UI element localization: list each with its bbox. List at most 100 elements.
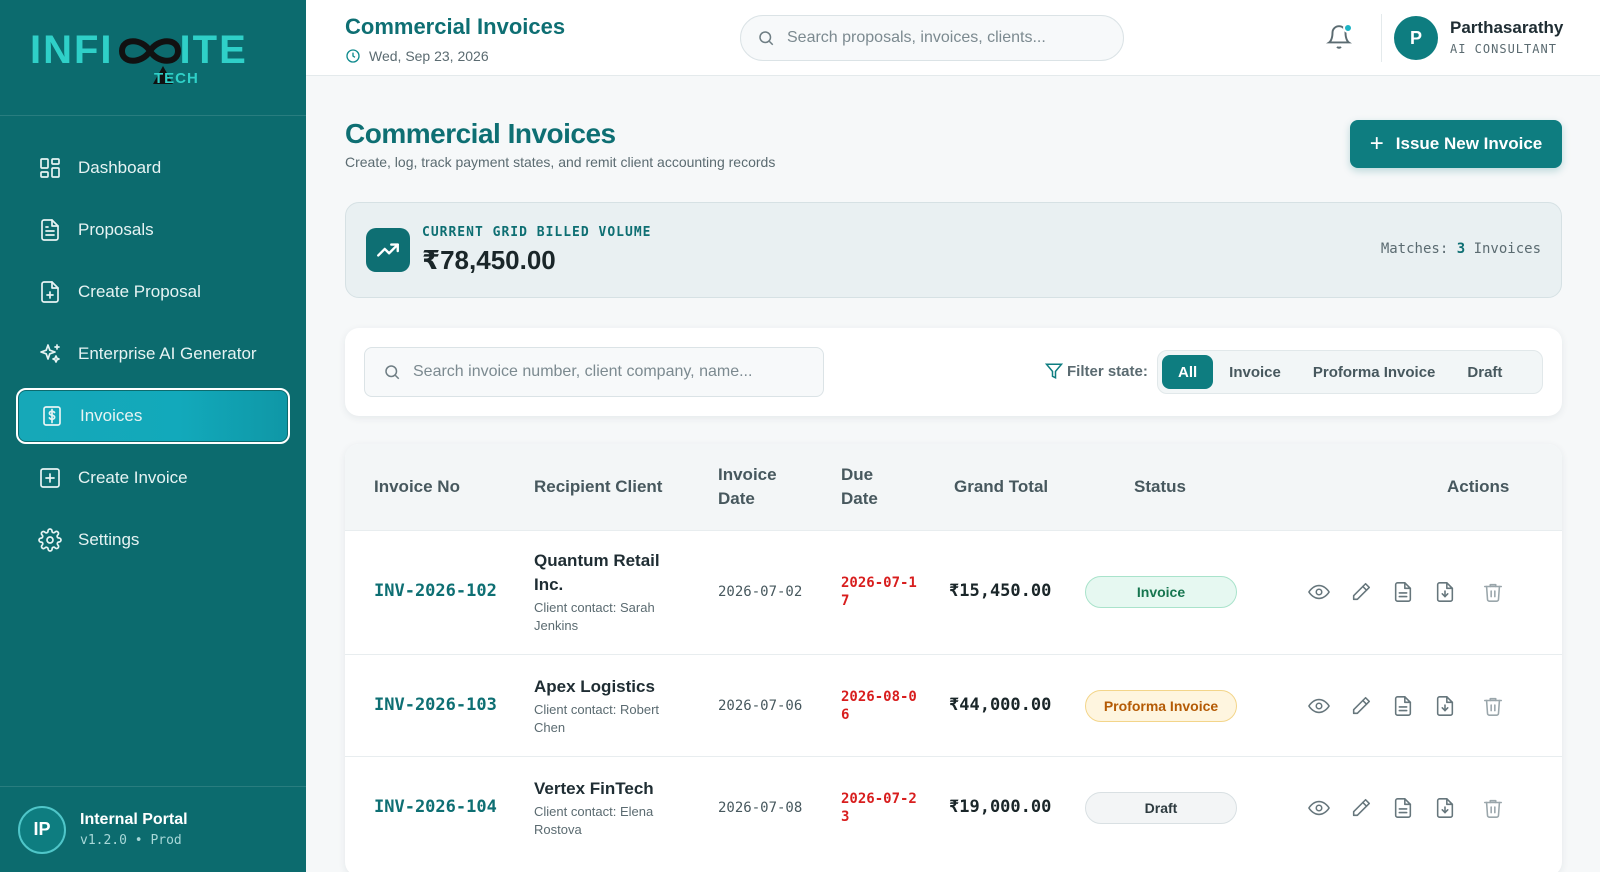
clock-icon — [346, 49, 360, 63]
delete-button[interactable] — [1482, 695, 1504, 717]
invoice-date: 2026-07-08 — [718, 800, 803, 816]
download-button[interactable] — [1434, 581, 1456, 603]
due-date: 2026-07-23 — [841, 791, 917, 825]
client-contact: Client contact: Robert Chen — [534, 702, 660, 735]
sidebar-item-label: Dashboard — [78, 158, 162, 177]
logo-subtext: TECH — [154, 70, 199, 87]
brand-logo[interactable]: INFI ITE TECH — [0, 0, 306, 116]
sidebar-item-label: Create Invoice — [78, 468, 188, 487]
matches-prefix: Matches: — [1380, 241, 1449, 257]
sidebar-item-create-invoice[interactable]: Create Invoice — [16, 450, 290, 506]
pencil-icon — [1352, 582, 1371, 601]
client-contact: Client contact: Sarah Jenkins — [534, 600, 655, 633]
sidebar-item-label: Enterprise AI Generator — [78, 344, 257, 363]
sidebar: INFI ITE TECH Dashboard Proposals Create … — [0, 0, 306, 872]
column-recipient-client[interactable]: Recipient Client — [534, 475, 662, 499]
sidebar-item-label: Settings — [78, 530, 140, 549]
user-avatar[interactable]: P — [1394, 16, 1438, 60]
filter-tab-proforma-invoice[interactable]: Proforma Invoice — [1297, 355, 1452, 389]
sidebar-item-proposals[interactable]: Proposals — [16, 202, 290, 258]
client-name: Quantum Retail Inc. — [534, 551, 660, 594]
view-button[interactable] — [1308, 695, 1330, 717]
column-due-date-line1: Due — [841, 465, 874, 484]
filter-tab-draft[interactable]: Draft — [1451, 355, 1518, 389]
delete-button[interactable] — [1482, 581, 1504, 603]
filter-tab-invoice[interactable]: Invoice — [1213, 355, 1297, 389]
notification-dot — [1343, 23, 1353, 33]
portal-version: v1.2.0 • Prod — [80, 833, 182, 848]
download-button[interactable] — [1434, 695, 1456, 717]
file-text-icon — [1394, 798, 1412, 818]
sparkles-icon — [40, 344, 60, 363]
billed-volume-value: ₹78,450.00 — [422, 245, 556, 275]
invoice-number[interactable]: INV-2026-104 — [374, 797, 497, 817]
logo-text-end: ITE — [179, 28, 248, 72]
column-grand-total[interactable]: Grand Total — [954, 475, 1048, 499]
notifications-button[interactable] — [1326, 23, 1353, 50]
pencil-icon — [1352, 798, 1371, 817]
trash-icon — [1483, 697, 1503, 716]
main-content: Commercial Invoices Create, log, track p… — [306, 76, 1600, 872]
invoice-date: 2026-07-06 — [718, 698, 803, 714]
global-search-input[interactable] — [787, 29, 1087, 47]
view-button[interactable] — [1308, 581, 1330, 603]
invoice-search-input[interactable] — [413, 363, 813, 381]
top-bar: Commercial Invoices Wed, Sep 23, 2026 P … — [306, 0, 1600, 76]
row-actions — [1308, 695, 1504, 717]
matches-suffix: Invoices — [1473, 241, 1541, 257]
grid-icon — [40, 158, 60, 178]
avatar: IP — [18, 805, 66, 854]
download-button[interactable] — [1434, 797, 1456, 819]
file-plus-icon — [41, 281, 59, 303]
column-status[interactable]: Status — [1134, 475, 1186, 499]
trash-icon — [1483, 583, 1503, 602]
header-divider — [1381, 14, 1382, 62]
document-button[interactable] — [1392, 695, 1414, 717]
trending-up-icon — [366, 228, 410, 272]
column-due-date[interactable]: Due Date — [841, 463, 878, 511]
document-button[interactable] — [1392, 797, 1414, 819]
invoice-number[interactable]: INV-2026-102 — [374, 581, 497, 601]
table-row[interactable]: INV-2026-104 Vertex FinTech Client conta… — [345, 756, 1562, 860]
pencil-icon — [1352, 696, 1371, 715]
issue-new-invoice-button[interactable]: + Issue New Invoice — [1350, 120, 1562, 168]
sidebar-item-enterprise-ai-generator[interactable]: Enterprise AI Generator — [16, 326, 290, 382]
sidebar-item-label: Invoices — [80, 406, 143, 425]
page-subtitle: Create, log, track payment states, and r… — [345, 154, 776, 170]
table-row[interactable]: INV-2026-102 Quantum Retail Inc. Client … — [345, 530, 1562, 654]
sidebar-item-dashboard[interactable]: Dashboard — [16, 140, 290, 196]
global-search[interactable] — [740, 15, 1124, 61]
sidebar-item-label: Proposals — [78, 220, 154, 239]
plus-icon: + — [1369, 130, 1384, 157]
sidebar-nav: Dashboard Proposals Create Proposal Ente… — [16, 140, 290, 574]
matches-number: 3 — [1456, 241, 1466, 257]
document-button[interactable] — [1392, 581, 1414, 603]
file-text-icon — [1394, 696, 1412, 716]
delete-button[interactable] — [1482, 797, 1504, 819]
row-actions — [1308, 797, 1504, 819]
sidebar-item-create-proposal[interactable]: Create Proposal — [16, 264, 290, 320]
filter-bar: Filter state: All Invoice Proforma Invoi… — [345, 328, 1562, 416]
due-date: 2026-08-06 — [841, 689, 917, 723]
column-invoice-date[interactable]: Invoice Date — [718, 463, 777, 511]
due-date: 2026-07-17 — [841, 575, 917, 609]
edit-button[interactable] — [1350, 695, 1372, 717]
invoice-search[interactable] — [364, 347, 824, 397]
edit-button[interactable] — [1350, 797, 1372, 819]
edit-button[interactable] — [1350, 581, 1372, 603]
filter-tab-all[interactable]: All — [1162, 355, 1214, 389]
infinity-logo-icon — [118, 38, 182, 64]
view-button[interactable] — [1308, 797, 1330, 819]
grand-total: ₹15,450.00 — [949, 581, 1052, 601]
invoice-number[interactable]: INV-2026-103 — [374, 695, 497, 715]
file-text-icon — [1394, 582, 1412, 602]
file-download-icon — [1436, 582, 1454, 602]
column-invoice-no[interactable]: Invoice No — [374, 475, 460, 499]
page-title: Commercial Invoices — [345, 118, 616, 149]
table-row[interactable]: INV-2026-103 Apex Logistics Client conta… — [345, 654, 1562, 756]
gear-icon — [38, 528, 62, 552]
sidebar-item-invoices[interactable]: Invoices — [16, 388, 290, 444]
billed-volume-card: CURRENT GRID BILLED VOLUME ₹78,450.00 Ma… — [345, 202, 1562, 298]
sidebar-item-settings[interactable]: Settings — [16, 512, 290, 568]
issue-new-invoice-label: Issue New Invoice — [1395, 134, 1543, 153]
